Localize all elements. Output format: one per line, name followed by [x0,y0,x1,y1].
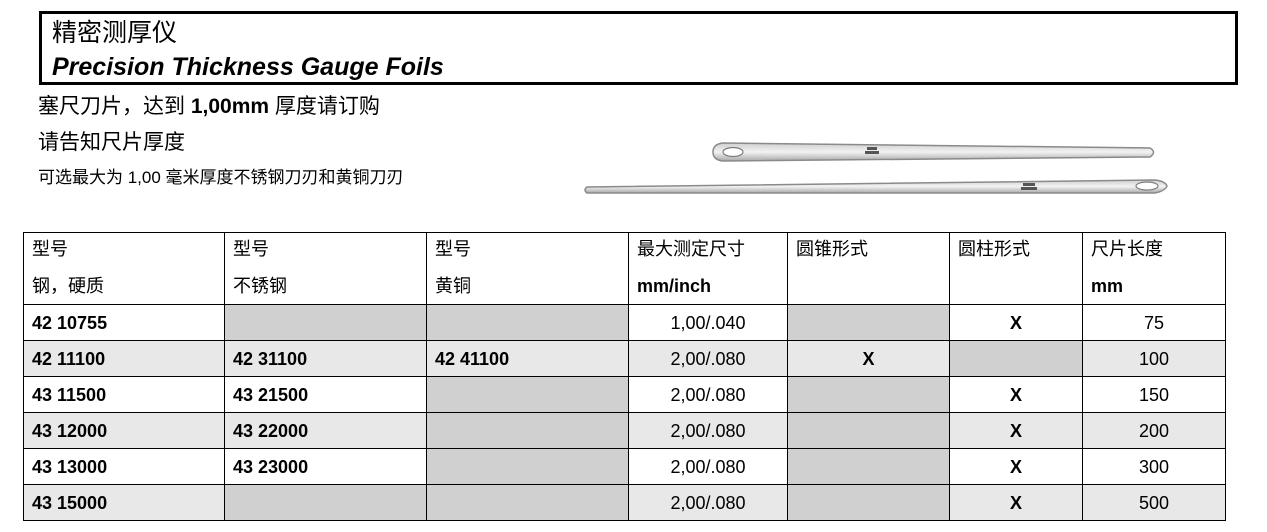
cell-max-size: 2,00/.080 [628,412,788,449]
header-cone: 圆锥形式 [787,232,950,269]
header-model-stainless: 型号 [224,232,427,269]
header-cylinder-sub [949,268,1083,305]
title-box: 精密测厚仪 Precision Thickness Gauge Foils [39,11,1238,85]
table-row: 43 12000 43 22000 2,00/.080 X 200 [23,412,1226,449]
cell-model-stainless [224,484,427,521]
header-brass-material: 黄铜 [426,268,629,305]
title-english: Precision Thickness Gauge Foils [52,53,444,81]
cell-model-brass [426,412,629,449]
table-row: 42 11100 42 31100 42 41100 2,00/.080 X 1… [23,340,1226,377]
subtitle-prefix: 塞尺刀片，达到 [38,95,191,118]
cell-cone: X [787,340,950,377]
cell-max-size: 2,00/.080 [628,376,788,413]
cell-cylinder [949,340,1083,377]
cell-length: 300 [1082,448,1226,485]
cell-model-brass [426,376,629,413]
cell-model-brass [426,448,629,485]
cell-length: 500 [1082,484,1226,521]
cell-cylinder: X [949,304,1083,341]
cell-model-stainless: 42 31100 [224,340,427,377]
subtitle-thickness: 1,00mm [190,95,270,118]
table-header-row: 型号 型号 型号 最大测定尺寸 圆锥形式 圆柱形式 尺片长度 [23,232,1226,269]
cell-model-stainless: 43 22000 [224,412,427,449]
cell-max-size: 2,00/.080 [628,340,788,377]
cell-max-size: 2,00/.080 [628,484,788,521]
cell-model-steel: 43 11500 [23,376,225,413]
cell-cone [787,484,950,521]
table-row: 43 13000 43 23000 2,00/.080 X 300 [23,448,1226,485]
cell-model-brass [426,304,629,341]
header-cylinder: 圆柱形式 [949,232,1083,269]
table-row: 42 10755 1,00/.040 X 75 [23,304,1226,341]
table-row: 43 11500 43 21500 2,00/.080 X 150 [23,376,1226,413]
cell-cylinder: X [949,412,1083,449]
cell-cone [787,412,950,449]
table-row: 43 15000 2,00/.080 X 500 [23,484,1226,521]
cell-model-brass [426,484,629,521]
subtitle-options-note: 可选最大为 1,00 毫米厚度不锈钢刀刃和黄铜刀刃 [38,168,404,187]
gauge-foils-image [584,142,1168,194]
cell-length: 75 [1082,304,1226,341]
table-header-subrow: 钢，硬质 不锈钢 黄铜 mm/inch mm [23,268,1226,305]
cell-length: 200 [1082,412,1226,449]
cell-model-brass: 42 41100 [426,340,629,377]
header-max-size: 最大测定尺寸 [628,232,788,269]
cell-length: 150 [1082,376,1226,413]
cell-model-stainless: 43 23000 [224,448,427,485]
header-max-size-unit: mm/inch [628,268,788,305]
cell-cone [787,304,950,341]
cell-model-steel: 42 10755 [23,304,225,341]
cell-model-steel: 43 12000 [23,412,225,449]
cell-max-size: 2,00/.080 [628,448,788,485]
cell-cone [787,448,950,485]
cone-foil-illustration [712,142,1155,162]
cell-model-stainless: 43 21500 [224,376,427,413]
title-chinese: 精密测厚仪 [52,19,178,47]
header-length: 尺片长度 [1082,232,1226,269]
cell-model-steel: 43 15000 [23,484,225,521]
header-steel-material: 钢，硬质 [23,268,225,305]
cell-cone [787,376,950,413]
header-stainless-material: 不锈钢 [224,268,427,305]
header-length-unit: mm [1082,268,1226,305]
cell-model-steel: 43 13000 [23,448,225,485]
cell-max-size: 1,00/.040 [628,304,788,341]
cell-model-stainless [224,304,427,341]
subtitle-suffix: 厚度请订购 [269,95,380,118]
cell-cylinder: X [949,484,1083,521]
header-model-brass: 型号 [426,232,629,269]
subtitle-thickness-note: 请告知尺片厚度 [38,131,185,154]
cylinder-foil-illustration [584,179,1168,194]
cell-cylinder: X [949,376,1083,413]
subtitle-order-note: 塞尺刀片，达到 1,00mm 厚度请订购 [38,93,380,121]
header-cone-sub [787,268,950,305]
cell-cylinder: X [949,448,1083,485]
cell-length: 100 [1082,340,1226,377]
spec-table: 型号 型号 型号 最大测定尺寸 圆锥形式 圆柱形式 尺片长度 钢，硬质 不锈钢 … [23,232,1226,521]
header-model-steel: 型号 [23,232,225,269]
cell-model-steel: 42 11100 [23,340,225,377]
